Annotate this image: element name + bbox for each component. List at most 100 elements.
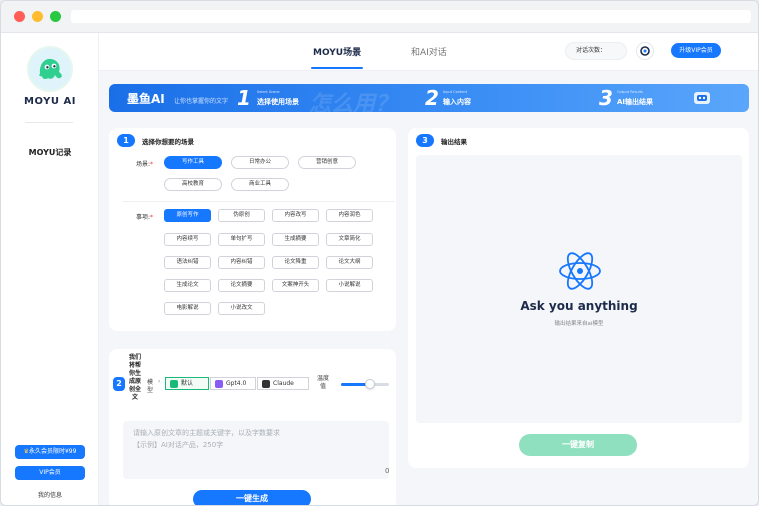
model-option-gpt4[interactable]: Gpt4.0 <box>210 377 256 390</box>
scene-chip[interactable]: 写作工具 <box>164 156 222 169</box>
item-chip[interactable]: 论文降重 <box>272 256 319 269</box>
moyu-logo-icon[interactable] <box>27 46 73 92</box>
gpt4-icon <box>215 379 223 388</box>
slider-handle[interactable] <box>364 379 375 389</box>
model-option-label: Claude <box>273 380 294 387</box>
item-chip[interactable]: 论文大纲 <box>326 256 373 269</box>
item-label: 事项:* <box>136 212 153 221</box>
address-bar[interactable] <box>71 10 751 23</box>
item-chip[interactable]: 原创写作 <box>164 209 211 222</box>
banner-step-cn: AI输出结果 <box>617 98 654 106</box>
chatgpt-icon <box>170 379 178 388</box>
input-card-title: 我们将帮你生成原创全文 <box>128 354 141 401</box>
banner-step-cn: 输入内容 <box>443 98 471 106</box>
profile-link[interactable]: 我的信息 <box>1 490 99 499</box>
main-area: MOYU场景 和AI对话 对话次数： 升级VIP会员 墨鱼AI 让你也掌握你的文… <box>99 33 758 505</box>
step-badge: 2 <box>113 377 125 391</box>
banner-step-number: 2 <box>425 86 439 110</box>
model-option-default[interactable]: 默认 <box>165 377 209 390</box>
item-label-text: 事项: <box>136 214 151 221</box>
item-chip[interactable]: 小说解说 <box>326 279 373 292</box>
sidebar-item-history[interactable]: MOYU记录 <box>1 147 99 158</box>
output-card: 3 输出结果 Ask you anything 输出结果来自ai模型 一键复制 <box>408 128 749 468</box>
input-card: 2 我们将帮你生成原创全文 模型 › 默认 Gpt4.0 Claude 温度值 … <box>109 349 396 505</box>
chevron-right-icon: › <box>158 378 161 385</box>
tab-moyu-scene[interactable]: MOYU场景 <box>313 45 361 58</box>
required-mark: * <box>150 161 154 168</box>
scene-label: 场景:* <box>136 159 153 168</box>
scene-chip[interactable]: 高校教育 <box>164 178 222 191</box>
item-chip[interactable]: 小说改文 <box>218 302 265 315</box>
scene-chip[interactable]: 营销创意 <box>298 156 356 169</box>
scene-chip[interactable]: 日常办公 <box>231 156 289 169</box>
scene-label-text: 场景: <box>136 161 151 168</box>
browser-chrome <box>1 1 758 33</box>
item-chip[interactable]: 内容纠错 <box>218 256 265 269</box>
promo-label: 永久会员限时¥99 <box>28 448 77 455</box>
placeholder-line: 请输入原创文章的主题或关键字，以及字数要求 <box>133 429 280 437</box>
active-tab-indicator <box>311 67 363 69</box>
model-option-claude[interactable]: Claude <box>257 377 309 390</box>
model-label: 模型 <box>147 379 154 394</box>
output-area: Ask you anything 输出结果来自ai模型 <box>416 155 742 423</box>
banner-step-cn: 选择使用场景 <box>257 98 299 106</box>
banner-title: 墨鱼AI <box>127 92 165 106</box>
minimize-dot-icon[interactable] <box>32 11 43 22</box>
avatar-icon <box>640 46 650 56</box>
model-option-label: Gpt4.0 <box>226 380 247 387</box>
model-option-label: 默认 <box>181 380 194 387</box>
item-chip[interactable]: 内容改写 <box>272 209 319 222</box>
item-chip[interactable]: 文案神开头 <box>272 279 319 292</box>
browser-window: MOYU AI MOYU记录 ♛永久会员限时¥99 VIP会员 我的信息 MOY… <box>0 0 759 506</box>
sidebar-divider <box>25 122 73 123</box>
step-badge: 3 <box>416 134 434 147</box>
chat-count: 对话次数： <box>565 42 627 60</box>
generate-button[interactable]: 一键生成 <box>193 490 311 505</box>
tab-ai-chat[interactable]: 和AI对话 <box>411 45 447 58</box>
maximize-dot-icon[interactable] <box>50 11 61 22</box>
user-avatar-button[interactable] <box>636 42 654 60</box>
banner-subtitle: 让你也掌握你的文字 <box>174 98 229 105</box>
banner-step-number: 1 <box>237 86 251 110</box>
banner-step-en: Input Content <box>443 90 468 94</box>
robot-illustration-icon <box>694 92 710 104</box>
how-to-banner: 墨鱼AI 让你也掌握你的文字 怎么用？ 1 Select Scene 选择使用场… <box>109 84 749 112</box>
scene-card: 1 选择你想要的场景 场景:* 写作工具 日常办公 营销创意 高校教育 商业工具… <box>109 128 396 331</box>
octopus-logo-icon <box>30 49 70 89</box>
item-chip[interactable]: 内容续写 <box>164 233 211 246</box>
prompt-textarea[interactable]: 请输入原创文章的主题或关键字，以及字数要求 【示例】AI对话产品，250字 0 <box>123 421 389 479</box>
app-name: MOYU AI <box>24 96 76 107</box>
item-chip[interactable]: 生成论文 <box>164 279 211 292</box>
char-count: 0 <box>385 467 390 475</box>
item-chip[interactable]: 论文摘要 <box>218 279 265 292</box>
banner-step-en: Output Results <box>617 90 643 94</box>
empty-state-subtext: 输出结果来自ai模型 <box>554 321 604 327</box>
vip-button[interactable]: VIP会员 <box>15 466 85 480</box>
item-chip[interactable]: 文章简化 <box>326 233 373 246</box>
temperature-label: 温度值 <box>317 375 330 390</box>
banner-step-en: Select Scene <box>257 90 280 94</box>
atom-icon <box>559 252 601 290</box>
item-chip[interactable]: 内容润色 <box>326 209 373 222</box>
close-dot-icon[interactable] <box>14 11 25 22</box>
top-nav: MOYU场景 和AI对话 对话次数： 升级VIP会员 <box>99 33 758 71</box>
item-chip[interactable]: 语法纠错 <box>164 256 211 269</box>
output-card-title: 输出结果 <box>441 138 467 146</box>
temperature-slider[interactable] <box>341 379 389 389</box>
promo-button[interactable]: ♛永久会员限时¥99 <box>15 445 85 459</box>
claude-icon <box>262 379 270 388</box>
scene-card-title: 选择你想要的场景 <box>142 138 194 146</box>
step-badge: 1 <box>117 134 135 147</box>
banner-watermark: 怎么用？ <box>309 92 398 112</box>
empty-state-headline: Ask you anything <box>520 299 638 313</box>
scene-chip[interactable]: 商业工具 <box>231 178 289 191</box>
item-chip[interactable]: 电影解说 <box>164 302 211 315</box>
placeholder-line: 【示例】AI对话产品，250字 <box>133 441 224 449</box>
required-mark: * <box>150 214 154 221</box>
item-chip[interactable]: 单句扩写 <box>218 233 265 246</box>
upgrade-vip-button[interactable]: 升级VIP会员 <box>671 43 721 58</box>
card-divider <box>123 201 395 202</box>
item-chip[interactable]: 伪原创 <box>218 209 265 222</box>
item-chip[interactable]: 生成摘要 <box>272 233 319 246</box>
copy-button[interactable]: 一键复制 <box>519 434 637 456</box>
